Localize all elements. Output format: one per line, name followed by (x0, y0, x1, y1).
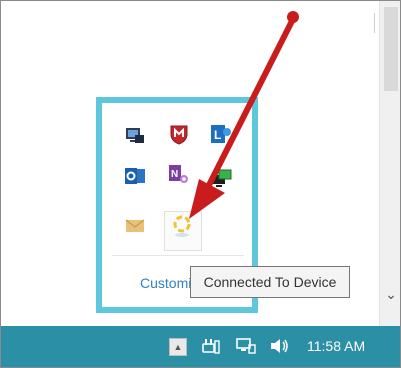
lync-icon[interactable]: L (210, 123, 232, 145)
show-hidden-icons-button[interactable]: ▲ (169, 338, 187, 356)
system-clock[interactable]: 11:58 AM (307, 338, 365, 354)
vertical-scrollbar[interactable]: ⌄ (379, 1, 400, 326)
screen-share-icon[interactable] (124, 125, 146, 147)
mail-envelope-icon[interactable] (124, 215, 146, 237)
device-sync-icon[interactable] (171, 215, 193, 237)
network-monitor-icon[interactable] (210, 167, 232, 189)
screenshot-frame: ⌄ L N Customize Connected To Device ▲ 11… (0, 0, 401, 368)
popup-divider (112, 255, 244, 256)
mcafee-shield-icon[interactable] (168, 123, 190, 145)
taskbar: ▲ 11:58 AM (1, 326, 400, 367)
scrollbar-thumb[interactable] (384, 7, 398, 91)
onenote-icon[interactable]: N (168, 163, 190, 185)
svg-text:N: N (171, 169, 178, 180)
network-icon[interactable] (235, 336, 257, 361)
volume-icon[interactable] (269, 336, 291, 361)
tooltip: Connected To Device (190, 266, 350, 298)
outlook-icon[interactable] (124, 165, 146, 187)
power-plug-icon[interactable] (201, 336, 221, 361)
scroll-down-chevron-icon[interactable]: ⌄ (382, 285, 400, 303)
window-edge (374, 13, 375, 33)
svg-text:L: L (214, 128, 221, 142)
